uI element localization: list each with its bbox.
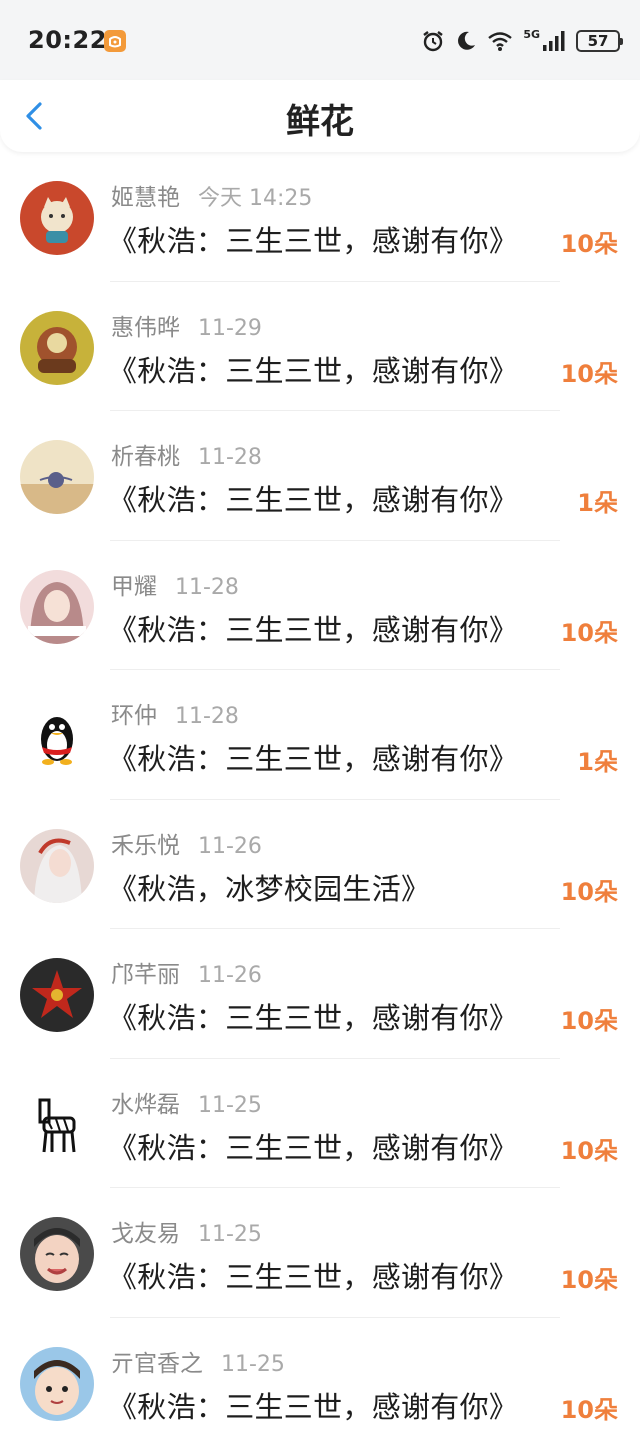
app-notification-icon xyxy=(104,30,126,52)
avatar[interactable] xyxy=(20,1217,94,1291)
list-item[interactable]: 姬慧艳今天 14:25 《秋浩：三生三世，感谢有你》 10朵 xyxy=(0,152,640,282)
page-title: 鲜花 xyxy=(0,94,640,143)
status-time: 20:22 xyxy=(28,26,107,54)
avatar[interactable] xyxy=(20,311,94,385)
wifi-icon xyxy=(487,30,513,52)
user-name[interactable]: 水烨磊 xyxy=(111,1092,180,1118)
work-title[interactable]: 《秋浩：三生三世，感谢有你》 xyxy=(108,995,518,1037)
flower-count: 10朵 xyxy=(561,613,618,648)
nav-bar: 鲜花 xyxy=(0,80,640,152)
flower-count: 10朵 xyxy=(561,1390,618,1425)
moon-icon xyxy=(455,30,477,52)
user-name[interactable]: 析春桃 xyxy=(111,444,180,470)
user-name[interactable]: 亓官香之 xyxy=(111,1351,203,1377)
timestamp: 11-25 xyxy=(198,1222,262,1247)
work-title[interactable]: 《秋浩：三生三世，感谢有你》 xyxy=(108,1125,518,1167)
flower-count: 1朵 xyxy=(577,483,618,518)
user-name[interactable]: 禾乐悦 xyxy=(111,833,180,859)
avatar[interactable] xyxy=(20,181,94,255)
work-title[interactable]: 《秋浩：三生三世，感谢有你》 xyxy=(108,1254,518,1296)
signal-icon xyxy=(542,30,566,52)
flower-list: 姬慧艳今天 14:25 《秋浩：三生三世，感谢有你》 10朵 惠伟晔 11-29 … xyxy=(0,152,640,1447)
list-item[interactable]: 惠伟晔 11-29 《秋浩：三生三世，感谢有你》 10朵 xyxy=(0,282,640,412)
avatar[interactable] xyxy=(20,699,94,773)
user-name[interactable]: 戈友易 xyxy=(111,1221,180,1247)
avatar[interactable] xyxy=(20,1088,94,1162)
work-title[interactable]: 《秋浩：三生三世，感谢有你》 xyxy=(108,736,518,778)
flower-count: 10朵 xyxy=(561,1131,618,1166)
timestamp: 11-26 xyxy=(198,963,262,988)
list-item[interactable]: 亓官香之 11-25 《秋浩：三生三世，感谢有你》 10朵 xyxy=(0,1318,640,1447)
work-title[interactable]: 《秋浩：三生三世，感谢有你》 xyxy=(108,348,518,390)
avatar[interactable] xyxy=(20,1347,94,1421)
timestamp: 11-28 xyxy=(175,575,239,600)
user-name[interactable]: 甲耀 xyxy=(111,574,157,600)
avatar[interactable] xyxy=(20,829,94,903)
list-item[interactable]: 水烨磊 11-25 《秋浩：三生三世，感谢有你》 10朵 xyxy=(0,1059,640,1189)
timestamp: 11-25 xyxy=(221,1352,285,1377)
network-label: 5G xyxy=(523,28,540,41)
user-name[interactable]: 环仲 xyxy=(111,703,157,729)
list-item[interactable]: 甲耀 11-28 《秋浩：三生三世，感谢有你》 10朵 xyxy=(0,541,640,671)
list-item[interactable]: 戈友易 11-25 《秋浩：三生三世，感谢有你》 10朵 xyxy=(0,1188,640,1318)
work-title[interactable]: 《秋浩：三生三世，感谢有你》 xyxy=(108,1384,518,1426)
work-title[interactable]: 《秋浩：三生三世，感谢有你》 xyxy=(108,607,518,649)
alarm-icon xyxy=(421,29,445,53)
work-title[interactable]: 《秋浩：三生三世，感谢有你》 xyxy=(108,477,518,519)
work-title[interactable]: 《秋浩：三生三世，感谢有你》 xyxy=(108,218,518,260)
battery-icon: 57 xyxy=(576,30,620,52)
flower-count: 10朵 xyxy=(561,1260,618,1295)
flower-count: 10朵 xyxy=(561,872,618,907)
avatar[interactable] xyxy=(20,958,94,1032)
timestamp: 11-28 xyxy=(175,704,239,729)
flower-count: 1朵 xyxy=(577,742,618,777)
list-item[interactable]: 环仲 11-28 《秋浩：三生三世，感谢有你》 1朵 xyxy=(0,670,640,800)
flower-count: 10朵 xyxy=(561,1001,618,1036)
user-name[interactable]: 惠伟晔 xyxy=(111,315,180,341)
status-bar: 20:22 5G 57 xyxy=(0,0,640,80)
timestamp: 11-28 xyxy=(198,445,262,470)
list-item[interactable]: 禾乐悦 11-26 《秋浩，冰梦校园生活》 10朵 xyxy=(0,800,640,930)
list-item[interactable]: 析春桃 11-28 《秋浩：三生三世，感谢有你》 1朵 xyxy=(0,411,640,541)
flower-count: 10朵 xyxy=(561,354,618,389)
timestamp: 11-25 xyxy=(198,1093,262,1118)
timestamp: 今天 14:25 xyxy=(198,186,312,211)
work-title[interactable]: 《秋浩，冰梦校园生活》 xyxy=(108,866,430,908)
status-icons: 5G 57 xyxy=(421,26,620,56)
timestamp: 11-26 xyxy=(198,834,262,859)
user-name[interactable]: 姬慧艳 xyxy=(111,185,180,211)
user-name[interactable]: 邝芊丽 xyxy=(111,962,180,988)
flower-count: 10朵 xyxy=(561,224,618,259)
avatar[interactable] xyxy=(20,570,94,644)
avatar[interactable] xyxy=(20,440,94,514)
list-item[interactable]: 邝芊丽 11-26 《秋浩：三生三世，感谢有你》 10朵 xyxy=(0,929,640,1059)
timestamp: 11-29 xyxy=(198,316,262,341)
